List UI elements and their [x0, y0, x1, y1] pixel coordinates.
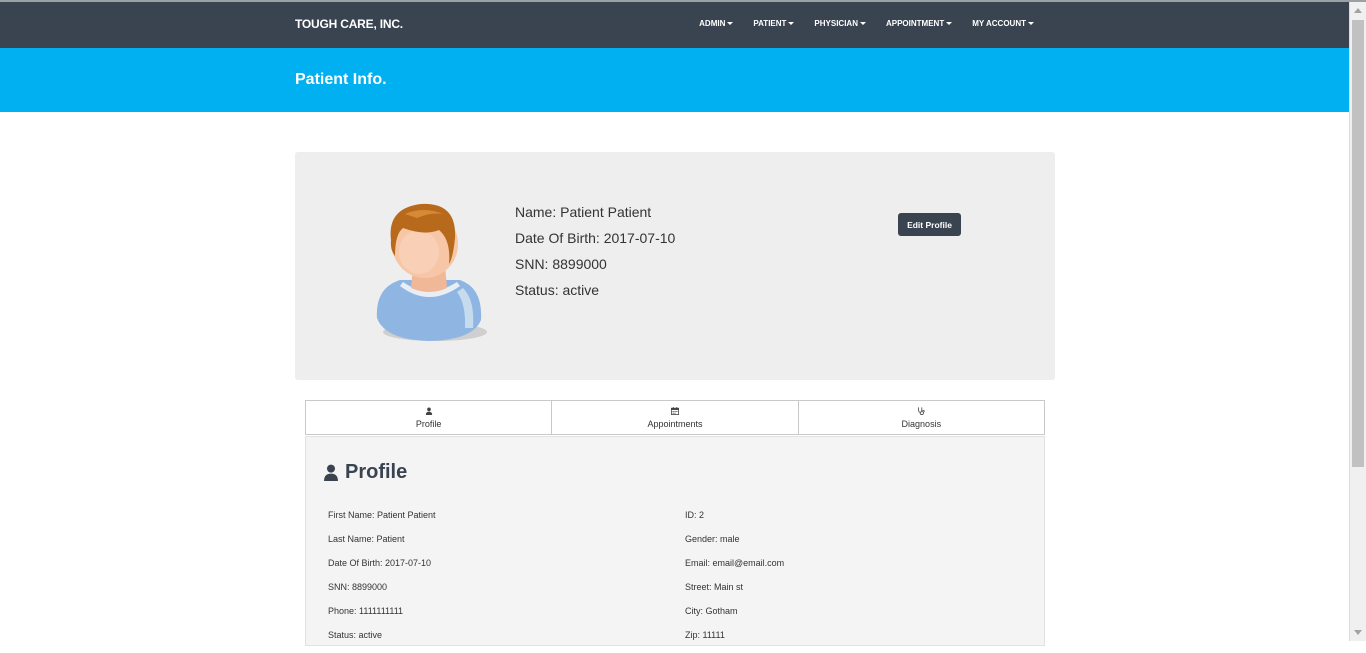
profile-heading-text: Profile	[345, 461, 408, 483]
first-name-value: First Name: Patient Patient	[328, 510, 436, 520]
nav-appointment-label: APPOINTMENT	[885, 19, 945, 28]
nav-patient[interactable]: PATIENT	[743, 19, 804, 28]
nav-physician-label: PHYSICIAN	[814, 19, 858, 28]
snn-value: SNN: 8899000	[328, 582, 388, 592]
edit-profile-button[interactable]: Edit Profile	[898, 213, 961, 236]
scrollbar-thumb[interactable]	[1352, 20, 1364, 467]
zip-value: Zip: 11111	[685, 630, 725, 640]
street-value: Street: Main st	[685, 582, 744, 592]
email-value: Email: email@email.com	[685, 558, 785, 568]
caret-down-icon	[1028, 22, 1034, 25]
status-value: Status: active	[328, 630, 383, 640]
patient-status: Status: active	[515, 282, 600, 298]
nav-my-account-label: MY ACCOUNT	[972, 19, 1026, 28]
nav-my-account[interactable]: MY ACCOUNT	[962, 19, 1044, 28]
tab-diagnosis-label: Diagnosis	[901, 418, 942, 429]
profile-tabs: Profile Appointments Diagnosis	[305, 400, 1045, 435]
brand-logo[interactable]: TOUGH CARE, INC.	[295, 17, 403, 31]
patient-avatar	[376, 203, 487, 341]
tab-appointments-label: Appointments	[647, 418, 703, 429]
scroll-down-arrow-icon[interactable]	[1354, 630, 1362, 635]
nav-physician[interactable]: PHYSICIAN	[804, 19, 876, 28]
patient-snn: SNN: 8899000	[515, 256, 607, 272]
tab-diagnosis[interactable]: Diagnosis	[798, 400, 1045, 435]
nav-patient-label: PATIENT	[753, 19, 787, 28]
nav-admin-label: ADMIN	[699, 19, 726, 28]
top-navbar: TOUGH CARE, INC. ADMIN PATIENT PHYSICIAN…	[0, 2, 1349, 48]
profile-details-right: ID: 2 Gender: male Email: email@email.co…	[685, 509, 784, 653]
nav-appointment[interactable]: APPOINTMENT	[876, 19, 962, 28]
caret-down-icon	[859, 22, 866, 25]
patient-dob: Date Of Birth: 2017-07-10	[515, 230, 676, 246]
vertical-scrollbar[interactable]	[1349, 2, 1366, 641]
tab-profile-label: Profile	[415, 418, 442, 429]
page-title: Patient Info.	[295, 71, 387, 88]
page-banner: Patient Info.	[0, 48, 1349, 112]
nav-admin[interactable]: ADMIN	[689, 19, 743, 28]
phone-value: Phone: 1111111111	[328, 606, 404, 616]
patient-summary: Name: Patient Patient Date Of Birth: 201…	[515, 202, 675, 306]
profile-heading: Profile	[323, 461, 407, 484]
id-value: ID: 2	[685, 510, 705, 520]
date-of-birth-value: Date Of Birth: 2017-07-10	[328, 558, 432, 568]
scroll-up-arrow-icon[interactable]	[1354, 8, 1362, 13]
caret-down-icon	[946, 22, 953, 25]
tab-appointments[interactable]: Appointments	[552, 400, 799, 435]
patient-name: Name: Patient Patient	[515, 204, 652, 220]
city-value: City: Gotham	[685, 606, 738, 616]
patient-summary-card: Name: Patient Patient Date Of Birth: 201…	[295, 152, 1055, 380]
nav-menu: ADMIN PATIENT PHYSICIAN APPOINTMENT MY A…	[689, 19, 1044, 28]
caret-down-icon	[727, 22, 734, 25]
user-icon	[324, 464, 338, 481]
gender-value: Gender: male	[685, 534, 740, 544]
last-name-value: Last Name: Patient	[328, 534, 405, 544]
user-icon	[425, 407, 433, 417]
caret-down-icon	[788, 22, 795, 25]
tab-profile[interactable]: Profile	[305, 400, 553, 435]
profile-panel: Profile First Name: Patient Patient Last…	[305, 436, 1045, 646]
profile-details-left: First Name: Patient Patient Last Name: P…	[328, 509, 436, 653]
calendar-icon	[670, 406, 679, 417]
stethoscope-icon	[917, 406, 925, 417]
